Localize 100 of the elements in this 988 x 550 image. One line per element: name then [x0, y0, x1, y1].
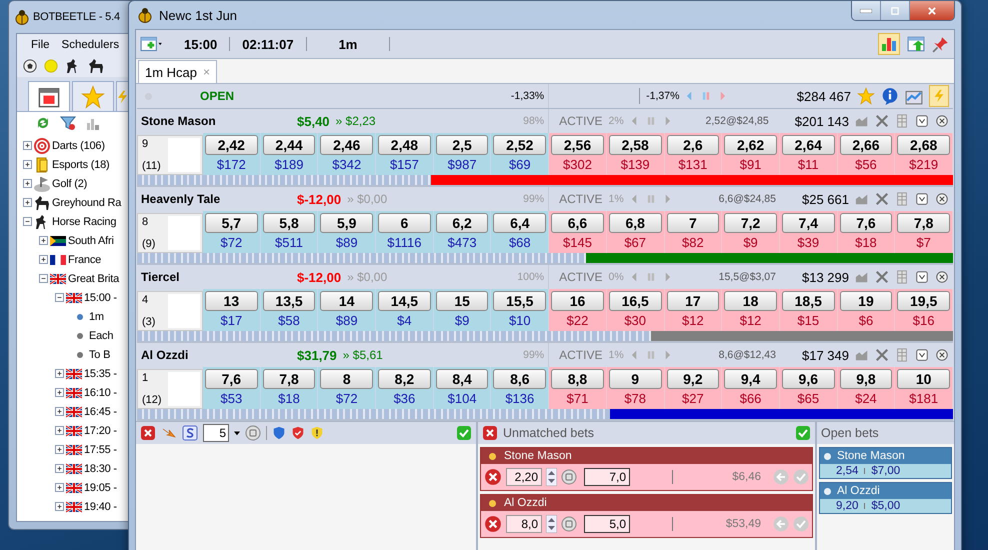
stop-button[interactable]	[245, 425, 261, 441]
grid-icon[interactable]	[894, 348, 909, 362]
menu-item[interactable]: Schedulers	[62, 39, 120, 51]
chart-icon[interactable]	[854, 348, 869, 362]
tools-icon[interactable]	[874, 192, 889, 206]
lay-price-button[interactable]: 7,4	[782, 213, 835, 233]
grid-icon[interactable]	[894, 270, 909, 284]
back-price-button[interactable]: 7,6	[205, 369, 258, 389]
tools-icon[interactable]	[874, 114, 889, 128]
tools-icon[interactable]	[874, 270, 889, 284]
dropdown-icon[interactable]	[914, 348, 929, 362]
back-price-button[interactable]: 13	[205, 291, 258, 311]
chart-icon[interactable]	[854, 192, 869, 206]
close-button[interactable]	[910, 1, 954, 20]
collapse-icon[interactable]	[23, 217, 32, 226]
expand-icon[interactable]	[23, 179, 32, 188]
pin-icon[interactable]	[932, 35, 950, 53]
back-price-button[interactable]: 2,52	[493, 135, 546, 155]
stop-button[interactable]	[561, 469, 577, 485]
back-price-button[interactable]: 2,44	[262, 135, 316, 155]
close-icon[interactable]	[934, 114, 949, 128]
back-price-button[interactable]: 6	[378, 213, 431, 233]
s-icon[interactable]	[182, 425, 198, 441]
lay-price-button[interactable]: 9,6	[782, 369, 835, 389]
tree-item[interactable]: 19:05 -	[84, 482, 117, 494]
back-price-button[interactable]: 14,5	[378, 291, 431, 311]
shield-icon[interactable]	[291, 425, 305, 441]
collapse-icon[interactable]	[55, 293, 64, 302]
tree-item[interactable]: Esports (18)	[52, 158, 110, 170]
tree-item[interactable]: 15:00 -	[84, 292, 117, 304]
collapse-icon[interactable]	[39, 274, 48, 283]
cancel-bet-icon[interactable]	[484, 468, 502, 486]
grid-icon[interactable]	[894, 192, 909, 206]
back-price-button[interactable]: 8	[320, 369, 374, 389]
lay-price-button[interactable]: 6,6	[551, 213, 604, 233]
lay-price-button[interactable]: 16	[551, 291, 604, 311]
sidebar-tab[interactable]	[28, 81, 70, 111]
tools-icon[interactable]	[874, 348, 889, 362]
back-price-button[interactable]: 13,5	[262, 291, 316, 311]
quick-bet-toggle[interactable]	[928, 85, 949, 107]
tree-item[interactable]: 1m	[89, 310, 104, 322]
back-price-button[interactable]: 2,5	[436, 135, 488, 155]
stake-field[interactable]: 5,0	[584, 515, 630, 533]
back-price-button[interactable]: 15	[436, 291, 488, 311]
star-icon[interactable]	[856, 87, 875, 105]
back-price-button[interactable]: 5,7	[205, 213, 258, 233]
lay-price-button[interactable]: 2,6	[666, 135, 720, 155]
check-icon[interactable]	[793, 469, 809, 485]
back-price-button[interactable]: 8,4	[436, 369, 488, 389]
cancel-icon[interactable]	[140, 425, 156, 441]
tree-item[interactable]: 15:35 -	[84, 368, 117, 380]
lay-price-button[interactable]: 19	[840, 291, 892, 311]
back-price-button[interactable]: 8,2	[378, 369, 431, 389]
back-price-button[interactable]: 14	[320, 291, 374, 311]
confirm-icon[interactable]	[795, 425, 811, 441]
confirm-icon[interactable]	[456, 425, 472, 441]
tree-item[interactable]: Great Brita	[68, 272, 119, 284]
grid-icon[interactable]	[894, 114, 909, 128]
expand-icon[interactable]	[55, 369, 64, 378]
chart-icon[interactable]	[854, 270, 869, 284]
lay-price-button[interactable]: 2,62	[724, 135, 777, 155]
expand-icon[interactable]	[23, 198, 32, 207]
lay-price-button[interactable]: 7,8	[897, 213, 950, 233]
dropdown-icon[interactable]	[914, 114, 929, 128]
tree-item[interactable]: Horse Racing	[52, 216, 116, 228]
tree-item[interactable]: Golf (2)	[52, 178, 88, 190]
back-price-button[interactable]: 5,8	[262, 213, 316, 233]
cancel-all-icon[interactable]	[482, 425, 498, 441]
tree-item[interactable]: 17:20 -	[84, 424, 117, 436]
info-icon[interactable]	[880, 87, 899, 105]
soccer-ball-icon[interactable]	[23, 59, 37, 73]
close-icon[interactable]	[934, 348, 949, 362]
lay-price-button[interactable]: 2,58	[608, 135, 662, 155]
expand-icon[interactable]	[55, 483, 64, 492]
tree-item[interactable]: 19:40 -	[84, 500, 117, 512]
lay-price-button[interactable]: 7,2	[724, 213, 777, 233]
minimize-button[interactable]	[852, 1, 881, 20]
lay-price-button[interactable]: 2,56	[551, 135, 604, 155]
expand-icon[interactable]	[55, 407, 64, 416]
stake-field[interactable]: 5	[203, 424, 229, 442]
shield-icon[interactable]	[310, 425, 324, 441]
expand-icon[interactable]	[55, 502, 64, 511]
lay-price-button[interactable]: 7,6	[840, 213, 892, 233]
expand-icon[interactable]	[39, 236, 48, 245]
lay-price-button[interactable]: 9,2	[666, 369, 720, 389]
back-price-button[interactable]: 6,2	[436, 213, 488, 233]
tree-item[interactable]: 17:55 -	[84, 444, 117, 456]
odds-field[interactable]: 8,0	[506, 515, 542, 533]
lay-price-button[interactable]: 9	[608, 369, 662, 389]
expand-icon[interactable]	[55, 388, 64, 397]
lay-price-button[interactable]: 7	[666, 213, 720, 233]
filter-icon[interactable]	[59, 115, 77, 131]
chart-icon[interactable]	[854, 114, 869, 128]
expand-icon[interactable]	[55, 445, 64, 454]
lay-price-button[interactable]: 6,8	[608, 213, 662, 233]
caret-icon[interactable]	[234, 430, 240, 436]
expand-icon[interactable]	[23, 160, 32, 169]
lay-price-button[interactable]: 2,68	[897, 135, 950, 155]
back-price-button[interactable]: 6,4	[493, 213, 546, 233]
back-price-button[interactable]: 2,48	[378, 135, 431, 155]
